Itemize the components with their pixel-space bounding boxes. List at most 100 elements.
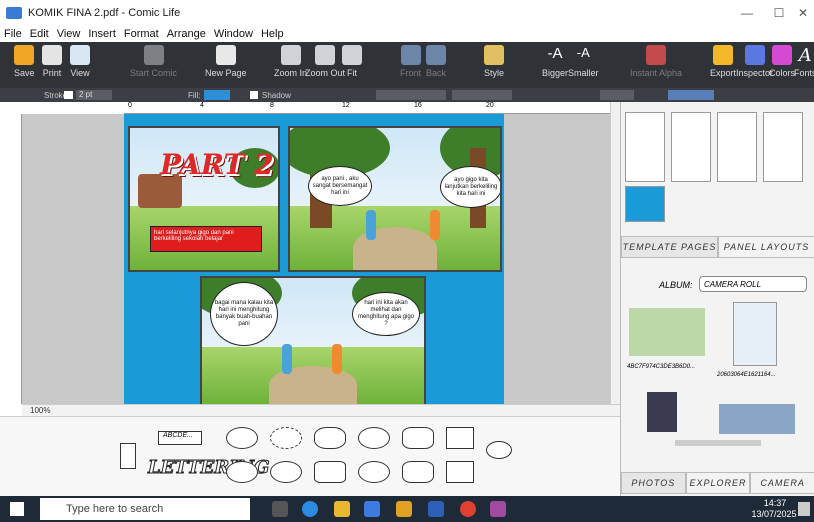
comic-panel-3[interactable]: bagai mana kalau kita hari ini menghitun… xyxy=(200,276,426,404)
front-button[interactable]: Front xyxy=(400,45,421,78)
speech-bubble-shape[interactable] xyxy=(358,427,390,449)
menu-format[interactable]: Format xyxy=(124,28,159,40)
print-button[interactable]: Print xyxy=(42,45,62,78)
instant-alpha-button[interactable]: Instant Alpha xyxy=(630,45,682,78)
close-button[interactable]: ✕ xyxy=(792,0,814,26)
start-menu-icon[interactable] xyxy=(10,502,24,516)
whisper-bubble-shape[interactable] xyxy=(270,427,302,449)
smaller-button[interactable]: -A Smaller xyxy=(568,45,599,78)
menu-bar: File Edit View Insert Format Arrange Win… xyxy=(0,26,814,42)
photo-thumbnail-1[interactable] xyxy=(629,308,705,356)
photo-thumbnail-3[interactable] xyxy=(647,392,677,432)
tab-camera[interactable]: CAMERA xyxy=(750,472,814,494)
explorer-icon[interactable] xyxy=(334,501,350,517)
thought-bubble-shape[interactable] xyxy=(314,427,346,449)
comic-panel-2[interactable]: ayo pani , aku sangat bersemangat hari i… xyxy=(288,126,502,272)
text-align-buttons[interactable] xyxy=(668,90,714,100)
export-button[interactable]: Export xyxy=(710,45,736,78)
menu-edit[interactable]: Edit xyxy=(30,28,49,40)
shout-bubble-shape[interactable] xyxy=(402,461,434,483)
chrome-icon[interactable] xyxy=(460,501,476,517)
minimize-button[interactable]: — xyxy=(730,0,764,26)
square-bubble-shape[interactable] xyxy=(314,461,346,483)
speech-bubble-2[interactable]: ayo gigo kita lanjutkan berkeliling kita… xyxy=(440,166,500,208)
task-view-icon[interactable] xyxy=(272,501,288,517)
menu-view[interactable]: View xyxy=(57,28,81,40)
system-tray-icons[interactable] xyxy=(676,502,736,516)
comic-life-taskbar-icon[interactable] xyxy=(490,501,506,517)
source-tabs: PHOTOS EXPLORER CAMERA xyxy=(621,472,814,494)
inspector-button[interactable]: Inspector xyxy=(736,45,773,78)
fit-button[interactable]: Fit xyxy=(342,45,362,78)
speech-bubble-shape[interactable] xyxy=(226,427,258,449)
tab-panel-layouts[interactable]: PANEL LAYOUTS xyxy=(718,236,814,258)
small-bubble-shape[interactable] xyxy=(486,441,512,459)
page-canvas[interactable]: PART 2 hari selanjutnya gigo dan pani be… xyxy=(22,114,610,404)
thumbnail-size-slider[interactable] xyxy=(675,440,761,446)
tab-template-pages[interactable]: TEMPLATE PAGES xyxy=(621,236,718,258)
comic-page[interactable]: PART 2 hari selanjutnya gigo dan pani be… xyxy=(124,114,504,404)
speech-bubble-4[interactable]: hari ini kita akan melihat dan menghitun… xyxy=(352,292,420,336)
photo-2-name: 20603064E1621164... xyxy=(717,372,776,378)
album-select[interactable]: CAMERA ROLL xyxy=(699,276,807,292)
font-size-select[interactable] xyxy=(452,90,512,100)
tab-explorer[interactable]: EXPLORER xyxy=(685,472,751,494)
smaller-text-icon: -A xyxy=(576,45,590,60)
menu-window[interactable]: Window xyxy=(214,28,253,40)
back-button[interactable]: Back xyxy=(426,45,446,78)
boy-character xyxy=(282,344,292,374)
template-thumbnail[interactable] xyxy=(625,186,665,222)
shadow-checkbox[interactable] xyxy=(250,91,258,99)
menu-insert[interactable]: Insert xyxy=(88,28,116,40)
bigger-button[interactable]: -A Bigger xyxy=(542,45,568,78)
caption-abcde[interactable]: ABCDE... xyxy=(158,431,202,445)
menu-arrange[interactable]: Arrange xyxy=(167,28,206,40)
colors-button[interactable]: Colors xyxy=(769,45,795,78)
template-thumbnail[interactable] xyxy=(717,112,757,182)
speech-bubble-3[interactable]: bagai mana kalau kita hari ini menghitun… xyxy=(210,282,278,346)
new-page-button[interactable]: New Page xyxy=(205,45,247,78)
rectangle-bubble-shape[interactable] xyxy=(446,427,474,449)
start-comic-button[interactable]: Start Comic xyxy=(130,45,177,78)
fill-color-swatch[interactable] xyxy=(204,90,230,100)
comic-panel-1[interactable]: PART 2 hari selanjutnya gigo dan pani be… xyxy=(128,126,280,272)
maximize-button[interactable]: ☐ xyxy=(762,0,796,26)
view-button[interactable]: View xyxy=(70,45,90,78)
bigger-text-icon: -A xyxy=(547,45,563,62)
fonts-button[interactable]: AFonts xyxy=(794,45,814,78)
speech-bubble-shape[interactable] xyxy=(226,461,258,483)
menu-help[interactable]: Help xyxy=(261,28,284,40)
text-style-buttons[interactable] xyxy=(600,90,634,100)
rectangle-bubble-shape[interactable] xyxy=(446,461,474,483)
mail-icon[interactable] xyxy=(364,501,380,517)
stroke-color-swatch[interactable] xyxy=(64,91,73,99)
template-thumbnail[interactable] xyxy=(763,112,803,182)
taskbar-search[interactable]: Type here to search xyxy=(40,498,250,520)
zoom-select[interactable]: 100% xyxy=(30,406,50,415)
caption-box[interactable]: hari selanjutnya gigo dan pani berkelili… xyxy=(150,226,262,252)
font-family-select[interactable] xyxy=(376,90,446,100)
blank-caption-shape[interactable] xyxy=(120,443,136,469)
photo-thumbnail-2[interactable] xyxy=(733,302,777,366)
menu-file[interactable]: File xyxy=(4,28,22,40)
style-button[interactable]: Style xyxy=(484,45,504,78)
speech-bubble-1[interactable]: ayo pani , aku sangat bersemangat hari i… xyxy=(308,166,372,206)
stroke-width-select[interactable]: 2 pt xyxy=(76,90,112,100)
tab-photos[interactable]: PHOTOS xyxy=(621,472,686,494)
canvas-vertical-scrollbar[interactable] xyxy=(610,102,620,404)
shout-bubble-shape[interactable] xyxy=(402,427,434,449)
zoom-in-button[interactable]: Zoom In xyxy=(274,45,307,78)
ruler-mark: 4 xyxy=(200,102,204,109)
photo-thumbnail-4[interactable] xyxy=(719,404,795,434)
thought-bubble-shape[interactable] xyxy=(358,461,390,483)
template-thumbnail[interactable] xyxy=(671,112,711,182)
template-thumbnail[interactable] xyxy=(625,112,665,182)
notifications-icon[interactable] xyxy=(798,502,810,516)
edge-icon[interactable] xyxy=(302,501,318,517)
zoom-out-button[interactable]: Zoom Out xyxy=(305,45,345,78)
folder-icon[interactable] xyxy=(396,501,412,517)
speech-bubble-shape[interactable] xyxy=(270,461,302,483)
word-icon[interactable] xyxy=(428,501,444,517)
photo-1-name: 4BC7F974C3DE3B6D0... xyxy=(627,364,696,370)
save-button[interactable]: Save xyxy=(14,45,35,78)
